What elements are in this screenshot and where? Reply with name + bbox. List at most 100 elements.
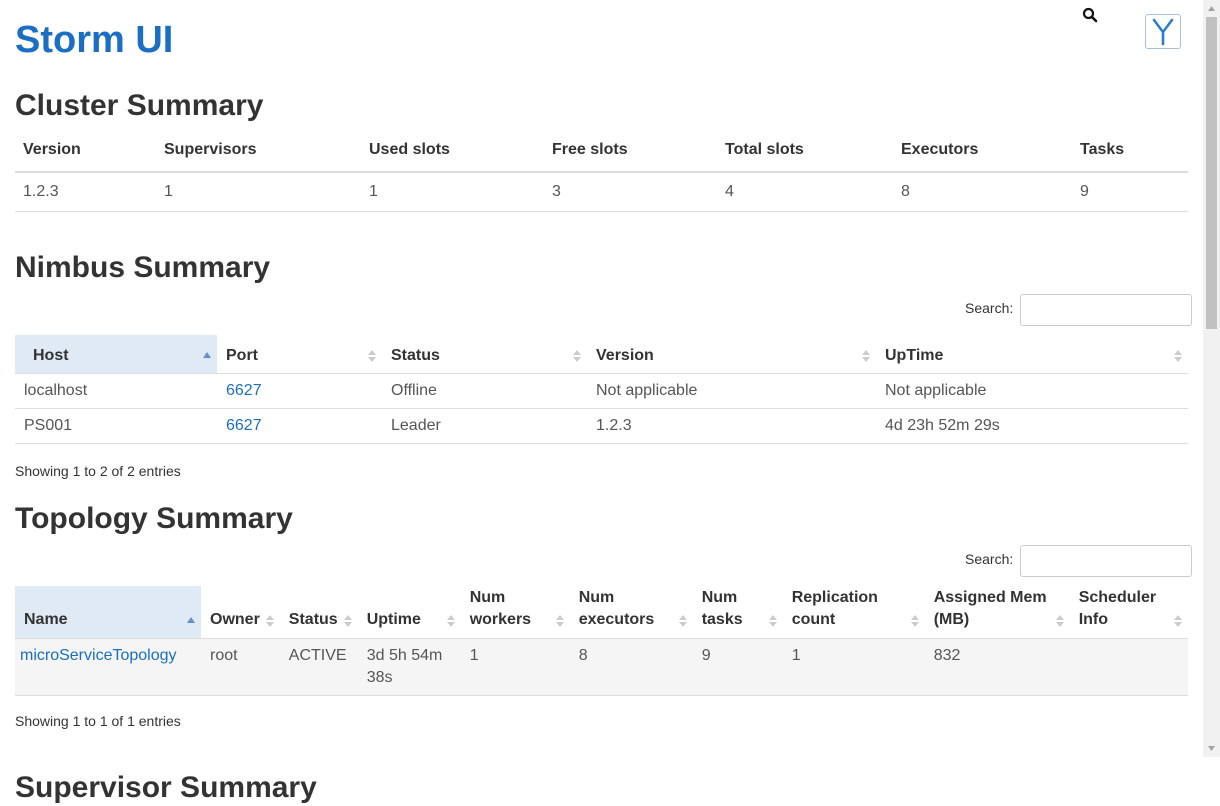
cell-port: 6627 — [217, 408, 382, 444]
sort-both-icon — [573, 350, 581, 362]
cell-version: 1.2.3 — [587, 408, 876, 444]
cluster-summary-table: Version Supervisors Used slots Free slot… — [15, 129, 1188, 212]
col-owner[interactable]: Owner — [201, 586, 280, 639]
table-header-row: Name Owner Status Uptime Num workers Num… — [15, 586, 1188, 639]
app-title[interactable]: Storm UI — [15, 18, 173, 62]
col-uptime[interactable]: Uptime — [357, 586, 461, 639]
cell-num-workers: 1 — [460, 638, 570, 696]
col-num-tasks-label: Num tasks — [701, 589, 743, 628]
col-name-label: Name — [24, 611, 68, 628]
port-link[interactable]: 6627 — [226, 382, 262, 399]
topology-link[interactable]: microServiceTopology — [20, 647, 177, 664]
cell-version: 1.2.3 — [15, 172, 156, 212]
sort-both-icon — [1174, 615, 1182, 627]
col-num-workers[interactable]: Num workers — [460, 586, 570, 639]
col-total-slots: Total slots — [717, 129, 893, 173]
scroll-up-arrow-icon[interactable] — [1203, 0, 1220, 17]
sort-both-icon — [265, 615, 274, 627]
sort-ascending-icon — [203, 352, 211, 358]
col-replication-count[interactable]: Replication count — [782, 586, 925, 639]
scroll-down-arrow-icon[interactable] — [1203, 740, 1220, 757]
col-num-executors[interactable]: Num executors — [569, 586, 693, 639]
col-uptime-label: UpTime — [885, 347, 944, 364]
cell-free-slots: 3 — [544, 172, 717, 212]
cell-replication-count: 1 — [782, 638, 925, 696]
cell-name: microServiceTopology — [15, 638, 201, 696]
col-status[interactable]: Status — [279, 586, 358, 639]
col-num-workers-label: Num workers — [469, 589, 532, 628]
cell-status: ACTIVE — [279, 638, 358, 696]
port-link[interactable]: 6627 — [226, 417, 262, 434]
sort-both-icon — [1055, 615, 1064, 627]
cell-version: Not applicable — [587, 373, 876, 409]
cell-uptime: Not applicable — [876, 373, 1188, 409]
sort-both-icon — [555, 615, 564, 627]
cell-owner: root — [201, 638, 280, 696]
col-version: Version — [15, 129, 156, 173]
nimbus-summary-heading: Nimbus Summary — [15, 251, 271, 284]
sort-both-icon — [910, 615, 919, 627]
nimbus-summary-table: Host Port Status Version UpTime localhos… — [15, 335, 1188, 444]
sort-both-icon — [446, 615, 455, 627]
sort-both-icon — [862, 350, 870, 362]
col-assigned-mem-label: Assigned Mem (MB) — [933, 589, 1047, 628]
cell-uptime: 3d 5h 54m 38s — [357, 638, 461, 696]
col-port[interactable]: Port — [217, 335, 382, 374]
cell-executors: 8 — [893, 172, 1072, 212]
cell-used-slots: 1 — [361, 172, 544, 212]
col-num-executors-label: Num executors — [578, 589, 655, 628]
topology-summary-heading: Topology Summary — [15, 502, 293, 535]
topology-search-label: Search: — [965, 551, 1014, 567]
table-header-row: Version Supervisors Used slots Free slot… — [15, 129, 1188, 173]
cell-scheduler-info — [1069, 638, 1188, 696]
cell-total-slots: 4 — [717, 172, 893, 212]
topology-summary-table: Name Owner Status Uptime Num workers Num… — [15, 586, 1188, 696]
yarn-logo-icon[interactable] — [1145, 14, 1181, 49]
col-host[interactable]: Host — [15, 335, 217, 374]
col-scheduler-info-label: Scheduler Info — [1078, 589, 1157, 628]
topology-search-input[interactable] — [1020, 545, 1192, 577]
table-header-row: Host Port Status Version UpTime — [15, 335, 1188, 374]
table-row: localhost 6627 Offline Not applicable No… — [15, 373, 1188, 409]
col-status-label: Status — [391, 347, 440, 364]
cell-uptime: 4d 23h 52m 29s — [876, 408, 1188, 444]
sort-both-icon — [678, 615, 687, 627]
cell-status: Offline — [382, 373, 587, 409]
cell-port: 6627 — [217, 373, 382, 409]
cell-num-executors: 8 — [569, 638, 693, 696]
col-version[interactable]: Version — [587, 335, 876, 374]
col-uptime-label: Uptime — [366, 611, 421, 628]
sort-both-icon — [368, 350, 376, 362]
col-num-tasks[interactable]: Num tasks — [692, 586, 783, 639]
table-row: microServiceTopology root ACTIVE 3d 5h 5… — [15, 638, 1188, 696]
cell-tasks: 9 — [1072, 172, 1188, 212]
col-name[interactable]: Name — [15, 586, 201, 639]
cell-host: PS001 — [15, 408, 217, 444]
col-status[interactable]: Status — [382, 335, 587, 374]
col-owner-label: Owner — [210, 611, 260, 628]
table-row: PS001 6627 Leader 1.2.3 4d 23h 52m 29s — [15, 408, 1188, 444]
cell-supervisors: 1 — [156, 172, 361, 212]
sort-both-icon — [768, 615, 777, 627]
scrollbar-thumb[interactable] — [1206, 17, 1217, 329]
supervisor-summary-heading: Supervisor Summary — [15, 770, 317, 804]
col-executors: Executors — [893, 129, 1072, 173]
nimbus-search-input[interactable] — [1020, 294, 1192, 326]
search-icon[interactable] — [1082, 7, 1098, 23]
nimbus-search-label: Search: — [965, 300, 1014, 316]
col-used-slots: Used slots — [361, 129, 544, 173]
col-uptime[interactable]: UpTime — [876, 335, 1188, 374]
col-tasks: Tasks — [1072, 129, 1188, 173]
col-replication-count-label: Replication count — [791, 589, 878, 628]
cell-num-tasks: 9 — [692, 638, 783, 696]
sort-ascending-icon — [187, 617, 195, 623]
cluster-summary-heading: Cluster Summary — [15, 89, 264, 122]
vertical-scrollbar[interactable] — [1203, 0, 1220, 757]
col-free-slots: Free slots — [544, 129, 717, 173]
col-version-label: Version — [596, 347, 654, 364]
col-host-label: Host — [33, 347, 69, 364]
sort-both-icon — [343, 615, 352, 627]
col-port-label: Port — [226, 347, 258, 364]
col-assigned-mem[interactable]: Assigned Mem (MB) — [924, 586, 1070, 639]
col-scheduler-info[interactable]: Scheduler Info — [1069, 586, 1188, 639]
